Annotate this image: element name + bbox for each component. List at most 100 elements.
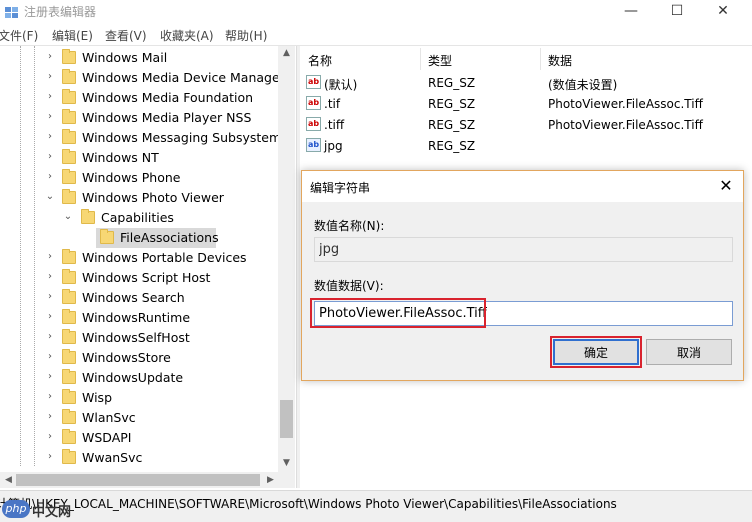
tree-horizontal-scroll-thumb[interactable] — [16, 474, 260, 486]
string-value-icon: ab — [306, 96, 321, 110]
value-row-tif[interactable]: ab .tif REG_SZ PhotoViewer.FileAssoc.Tif… — [300, 93, 752, 114]
value-data: PhotoViewer.FileAssoc.Tiff — [548, 97, 703, 111]
title-bar: 注册表编辑器 — ☐ ✕ — [0, 0, 752, 24]
tree-item-windows-photo-viewer[interactable]: ⌄ Windows Photo Viewer — [0, 188, 280, 208]
column-header-data[interactable]: 数据 — [548, 52, 572, 69]
folder-icon — [62, 69, 76, 84]
value-row-default[interactable]: ab (默认) REG_SZ (数值未设置) — [300, 72, 752, 93]
close-window-button[interactable]: ✕ — [700, 0, 746, 24]
expand-arrow-icon[interactable]: › — [45, 111, 55, 122]
value-row-tiff[interactable]: ab .tiff REG_SZ PhotoViewer.FileAssoc.Ti… — [300, 114, 752, 135]
value-row-jpg[interactable]: ab jpg REG_SZ — [300, 135, 752, 156]
string-value-icon: ab — [306, 75, 321, 89]
value-name: jpg — [324, 139, 343, 153]
collapse-arrow-icon[interactable]: ⌄ — [63, 211, 73, 222]
menu-file[interactable]: 文件(F) — [0, 27, 38, 44]
dialog-close-icon[interactable]: ✕ — [716, 176, 736, 196]
tree-item-windowsupdate[interactable]: › WindowsUpdate — [0, 368, 280, 388]
expand-arrow-icon[interactable]: › — [45, 171, 55, 182]
expand-arrow-icon[interactable]: › — [45, 331, 55, 342]
expand-arrow-icon[interactable]: › — [45, 311, 55, 322]
tree-item-capabilities[interactable]: ⌄ Capabilities — [0, 208, 280, 228]
column-divider[interactable] — [420, 48, 421, 70]
menu-view[interactable]: 查看(V) — [105, 27, 147, 44]
expand-arrow-icon[interactable]: › — [45, 391, 55, 402]
expand-arrow-icon[interactable]: › — [45, 251, 55, 262]
tree-item-label: Windows NT — [82, 150, 159, 165]
tree-item-wsdapi[interactable]: › WSDAPI — [0, 428, 280, 448]
tree-item-windows-messaging-subsystem[interactable]: › Windows Messaging Subsystem — [0, 128, 281, 148]
tree-item-label: Windows Media Device Manager — [82, 70, 285, 85]
maximize-button[interactable]: ☐ — [654, 0, 700, 24]
value-data-label: 数值数据(V): — [314, 279, 384, 293]
registry-path: 计算机\HKEY_LOCAL_MACHINE\SOFTWARE\Microsof… — [0, 497, 617, 511]
scroll-left-arrow-icon[interactable]: ◀ — [0, 475, 17, 485]
column-header-name[interactable]: 名称 — [308, 52, 332, 69]
menu-help[interactable]: 帮助(H) — [225, 27, 267, 44]
tree-item-windows-phone[interactable]: › Windows Phone — [0, 168, 280, 188]
tree-item-windows-search[interactable]: › Windows Search — [0, 288, 280, 308]
dialog-title-bar: 编辑字符串 ✕ — [302, 171, 743, 202]
value-name: .tif — [324, 97, 341, 111]
expand-arrow-icon[interactable]: › — [45, 131, 55, 142]
expand-arrow-icon[interactable]: › — [45, 451, 55, 462]
window-title: 注册表编辑器 — [24, 5, 97, 19]
scroll-up-arrow-icon[interactable]: ▲ — [278, 48, 295, 58]
tree-item-windowsselfhost[interactable]: › WindowsSelfHost — [0, 328, 280, 348]
tree-item-windows-mail[interactable]: › Windows Mail — [0, 48, 280, 68]
menu-edit[interactable]: 编辑(E) — [52, 27, 93, 44]
expand-arrow-icon[interactable]: › — [45, 291, 55, 302]
tree-item-wlansvc[interactable]: › WlanSvc — [0, 408, 280, 428]
folder-icon — [62, 189, 76, 204]
expand-arrow-icon[interactable]: › — [45, 411, 55, 422]
scroll-down-arrow-icon[interactable]: ▼ — [278, 458, 295, 468]
registry-key-tree[interactable]: › Windows Mail › Windows Media Device Ma… — [0, 46, 296, 486]
tree-item-label: Windows Mail — [82, 50, 168, 65]
tree-item-label: WindowsSelfHost — [82, 330, 190, 345]
expand-arrow-icon[interactable]: › — [45, 71, 55, 82]
tree-item-wwansvc[interactable]: › WwanSvc — [0, 448, 280, 468]
folder-icon — [62, 389, 76, 404]
tree-item-wisp[interactable]: › Wisp — [0, 388, 280, 408]
tree-item-windows-media-player-nss[interactable]: › Windows Media Player NSS — [0, 108, 280, 128]
minimize-button[interactable]: — — [608, 0, 654, 24]
folder-icon — [62, 109, 76, 124]
folder-icon — [62, 449, 76, 464]
folder-icon — [62, 169, 76, 184]
menu-favorites[interactable]: 收藏夹(A) — [160, 27, 214, 44]
folder-icon — [81, 209, 95, 224]
column-divider[interactable] — [540, 48, 541, 70]
tree-item-windows-media-foundation[interactable]: › Windows Media Foundation — [0, 88, 280, 108]
expand-arrow-icon[interactable]: › — [45, 431, 55, 442]
column-header-type[interactable]: 类型 — [428, 52, 452, 69]
regedit-app-icon — [5, 7, 18, 18]
expand-arrow-icon[interactable]: › — [45, 371, 55, 382]
tree-item-windows-portable-devices[interactable]: › Windows Portable Devices — [0, 248, 280, 268]
tree-item-windows-script-host[interactable]: › Windows Script Host — [0, 268, 280, 288]
tree-item-label: WindowsStore — [82, 350, 171, 365]
value-data: PhotoViewer.FileAssoc.Tiff — [548, 118, 703, 132]
expand-arrow-icon[interactable]: › — [45, 271, 55, 282]
tree-item-windowsruntime[interactable]: › WindowsRuntime — [0, 308, 280, 328]
expand-arrow-icon[interactable]: › — [45, 151, 55, 162]
tree-item-windows-nt[interactable]: › Windows NT — [0, 148, 280, 168]
tree-item-windowsstore[interactable]: › WindowsStore — [0, 348, 280, 368]
cancel-button[interactable]: 取消 — [646, 339, 732, 365]
value-type: REG_SZ — [428, 139, 476, 153]
tree-item-label: Wisp — [82, 390, 113, 405]
folder-icon — [62, 149, 76, 164]
tree-item-fileassociations[interactable]: FileAssociations — [0, 228, 280, 248]
folder-icon — [62, 249, 76, 264]
tree-vertical-scroll-thumb[interactable] — [280, 400, 293, 438]
tree-item-label: Windows Portable Devices — [82, 250, 247, 265]
tree-item-windows-media-device-manager[interactable]: › Windows Media Device Manager — [0, 68, 285, 88]
folder-icon — [62, 349, 76, 364]
scroll-right-arrow-icon[interactable]: ▶ — [262, 475, 279, 485]
expand-arrow-icon[interactable]: › — [45, 351, 55, 362]
tree-item-label: Windows Photo Viewer — [82, 190, 224, 205]
tree-item-label: Windows Media Player NSS — [82, 110, 252, 125]
expand-arrow-icon[interactable]: › — [45, 91, 55, 102]
folder-icon — [62, 369, 76, 384]
expand-arrow-icon[interactable]: › — [45, 51, 55, 62]
collapse-arrow-icon[interactable]: ⌄ — [45, 191, 55, 202]
